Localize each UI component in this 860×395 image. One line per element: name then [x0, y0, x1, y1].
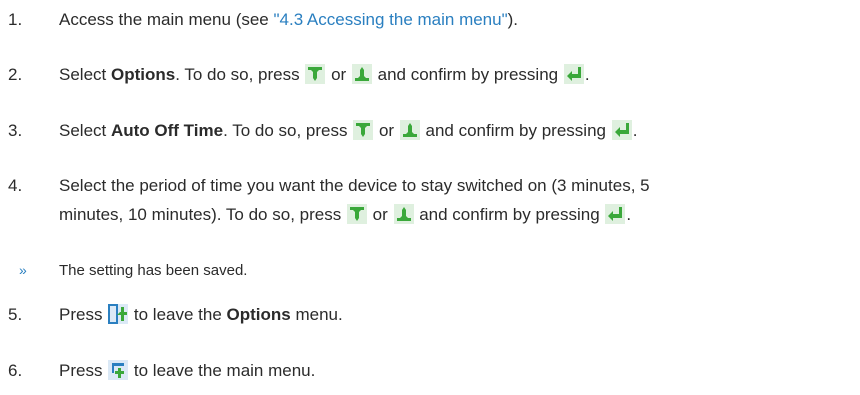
step-text: Access the main menu (see "4.3 Accessing…: [59, 9, 518, 30]
step-number: 2.: [8, 65, 23, 84]
step-text-part: and confirm by pressing: [372, 65, 563, 84]
enter-icon: [611, 120, 632, 140]
back-icon: [108, 304, 129, 324]
step-text-part: . To do so, press: [175, 65, 305, 84]
menu-item-name: Options: [226, 305, 291, 324]
arrow-up-icon: [351, 64, 372, 84]
step-text-part: minutes, 10 minutes). To do so, press: [59, 205, 346, 224]
menu-item-name: Options: [110, 65, 176, 84]
enter-icon: [563, 64, 584, 84]
step-text-part: and confirm by pressing: [420, 121, 611, 140]
result-text: The setting has been saved.: [59, 262, 248, 279]
step-text-part: .: [632, 121, 638, 140]
step-text-line: minutes, 10 minutes). To do so, press or…: [59, 200, 650, 229]
step-text-part: . To do so, press: [223, 121, 353, 140]
step-number: 5.: [8, 305, 23, 324]
step-text-part: Press: [59, 361, 108, 380]
result-marker: »: [19, 262, 27, 278]
menu-item-name: Auto Off Time: [110, 121, 224, 140]
step-text-part: .: [584, 65, 590, 84]
step-text-part: Select: [59, 65, 111, 84]
step-text-part: menu.: [290, 305, 343, 324]
arrow-down-icon: [305, 64, 326, 84]
step-text: Select Options. To do so, press or and c…: [59, 64, 590, 85]
step-number: 1.: [8, 10, 23, 29]
step-text-part: Press: [59, 305, 108, 324]
instruction-list: 1. Access the main menu (see "4.3 Access…: [0, 0, 860, 395]
step-text: Press to leave the main menu.: [59, 360, 315, 381]
arrow-down-icon: [346, 204, 367, 224]
step-number: 3.: [8, 121, 23, 140]
step-text: Select Auto Off Time. To do so, press or…: [59, 120, 637, 141]
arrow-up-icon: [393, 204, 414, 224]
step-text-part: ).: [507, 10, 519, 29]
step-text: Press to leave the Options menu.: [59, 304, 343, 325]
step-text-part: to leave the main menu.: [129, 361, 316, 380]
step-text-part: or: [374, 121, 399, 140]
step-text-part: or: [326, 65, 351, 84]
home-icon: [108, 360, 129, 380]
cross-reference-link[interactable]: "4.3 Accessing the main menu": [273, 10, 507, 29]
step-text-part: to leave the: [129, 305, 227, 324]
step-text-part: Select: [59, 121, 111, 140]
step-text: Select the period of time you want the d…: [59, 171, 650, 229]
step-number: 6.: [8, 361, 23, 380]
step-text-line: Select the period of time you want the d…: [59, 176, 650, 195]
step-text-part: or: [367, 205, 393, 224]
enter-icon: [605, 204, 626, 224]
step-text-part: Access the main menu (see: [59, 10, 274, 29]
step-number: 4.: [8, 176, 23, 195]
step-text-part: .: [626, 205, 632, 224]
arrow-down-icon: [353, 120, 374, 140]
arrow-up-icon: [399, 120, 420, 140]
step-text-part: and confirm by pressing: [414, 205, 605, 224]
